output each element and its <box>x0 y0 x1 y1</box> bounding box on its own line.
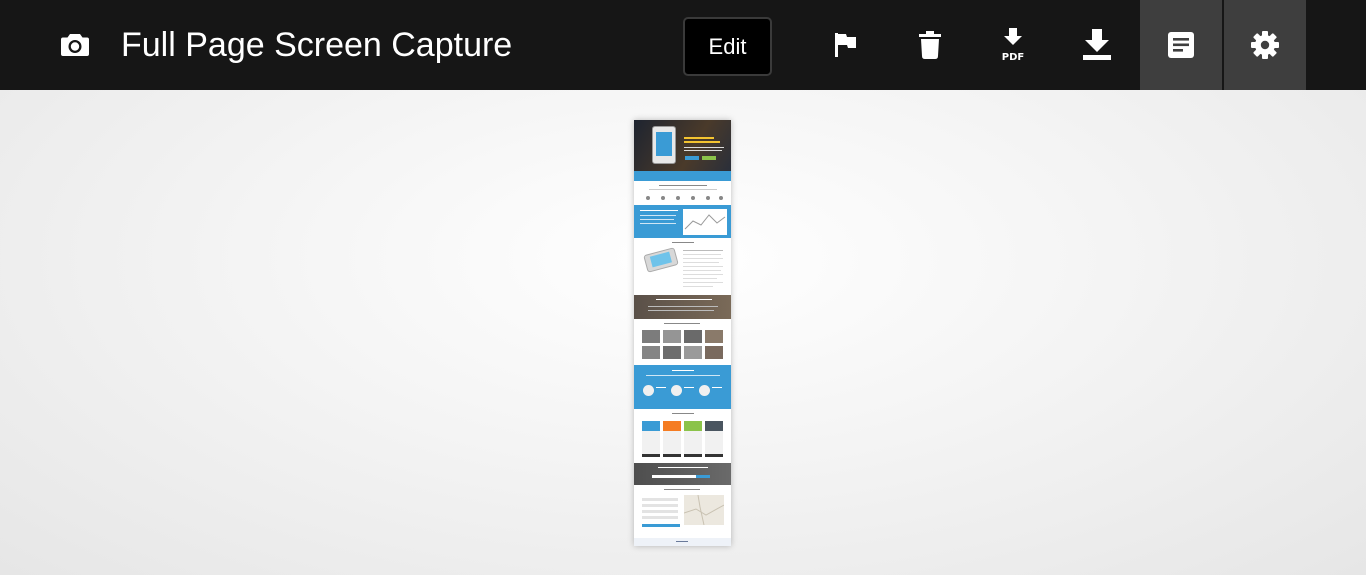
top-toolbar: Full Page Screen Capture Edit PDF <box>0 0 1366 90</box>
preview-phone-image <box>643 247 679 273</box>
preview-banner-section <box>634 295 731 319</box>
download-pdf-button[interactable]: PDF <box>985 0 1041 90</box>
screenshot-preview[interactable] <box>634 120 731 546</box>
gear-icon <box>1251 31 1279 59</box>
pdf-label: PDF <box>1002 52 1024 62</box>
flag-icon <box>835 33 856 57</box>
preview-team-section <box>634 365 731 409</box>
document-icon <box>1168 32 1194 58</box>
settings-button[interactable] <box>1224 0 1306 90</box>
download-icon <box>1083 29 1111 60</box>
edit-button[interactable]: Edit <box>683 17 772 76</box>
download-pdf-icon: PDF <box>1002 28 1024 62</box>
flag-button[interactable] <box>818 0 874 90</box>
preview-tablet-image <box>652 126 676 164</box>
preview-phone-section <box>634 238 731 295</box>
preview-gallery-section <box>634 319 731 365</box>
preview-footer <box>634 538 731 546</box>
download-image-button[interactable] <box>1069 0 1125 90</box>
app-title: Full Page Screen Capture <box>121 26 513 64</box>
preview-contact-section <box>634 485 731 538</box>
preview-pricing-section <box>634 409 731 463</box>
preview-nav-bar <box>634 171 731 181</box>
delete-button[interactable] <box>902 0 958 90</box>
camera-icon <box>61 34 89 56</box>
preview-hero-section <box>634 120 731 171</box>
preview-subscribe-section <box>634 463 731 485</box>
preview-stats-section <box>634 205 731 238</box>
preview-graph <box>683 209 727 235</box>
preview-map <box>683 494 725 526</box>
trash-icon <box>919 31 941 59</box>
preview-features-section <box>634 181 731 205</box>
document-button[interactable] <box>1140 0 1222 90</box>
